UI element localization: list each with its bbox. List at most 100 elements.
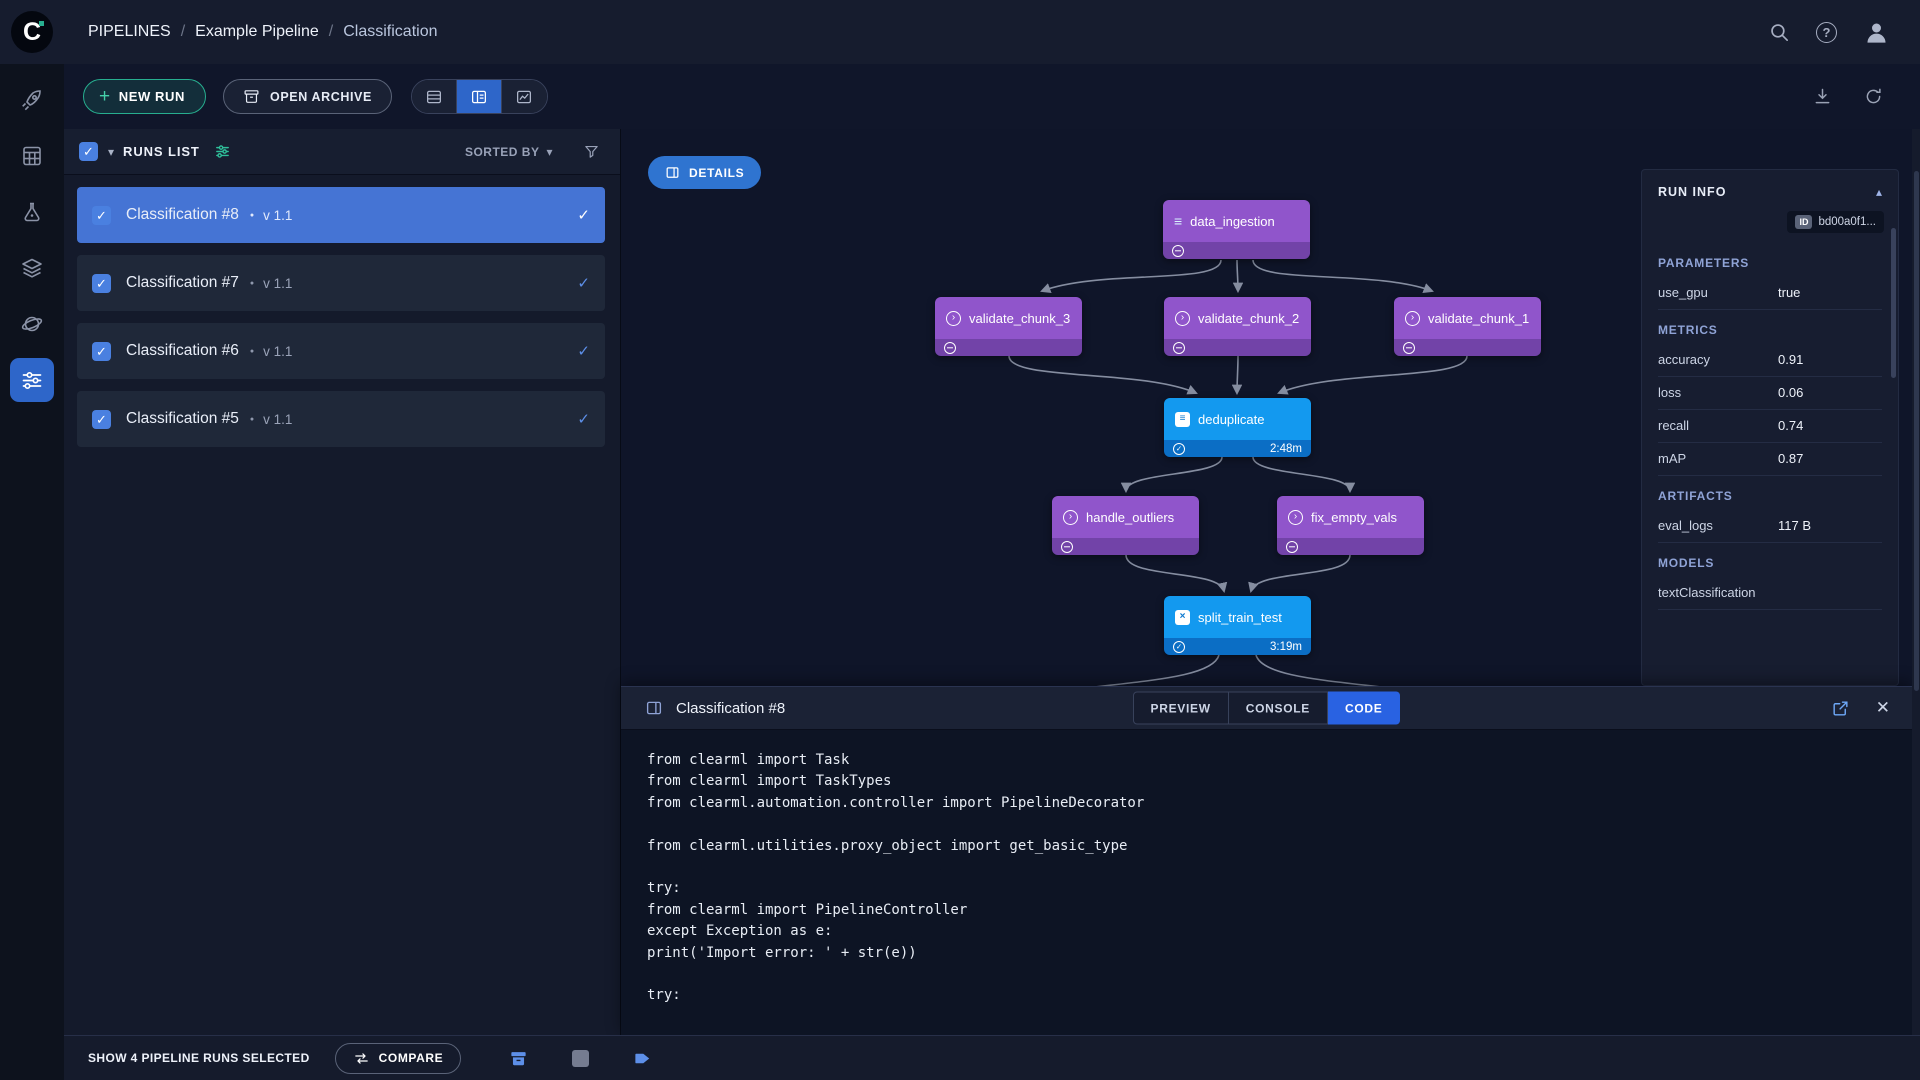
- row-checkbox[interactable]: ✓: [92, 341, 111, 361]
- help-button[interactable]: ?: [1816, 21, 1837, 43]
- node-header: › validate_chunk_3: [935, 297, 1082, 339]
- user-menu-button[interactable]: [1863, 19, 1890, 46]
- node-header: ≡ data_ingestion: [1163, 200, 1310, 242]
- scrollbar-thumb[interactable]: [1913, 171, 1919, 691]
- chevron-circle-icon: ›: [1405, 310, 1420, 326]
- abort-selected-button[interactable]: [572, 1049, 590, 1067]
- bottom-panel-tabs: PREVIEW CONSOLE CODE: [1132, 691, 1401, 725]
- breadcrumb-separator: /: [328, 23, 334, 40]
- run-version: v 1.1: [263, 207, 293, 223]
- run-id-pill[interactable]: ID bd00a0f1...: [1787, 211, 1884, 233]
- node-label: handle_outliers: [1086, 509, 1175, 525]
- close-panel-button[interactable]: ✕: [1876, 698, 1890, 718]
- plus-icon: +: [99, 86, 111, 107]
- run-info-title: RUN INFO: [1658, 185, 1727, 199]
- selection-menu-caret-icon[interactable]: ▾: [108, 145, 114, 159]
- artifacts-section-title: ARTIFACTS: [1658, 489, 1733, 503]
- run-row-classification-8[interactable]: ✓ Classification #8 ● v 1.1 ✓: [77, 187, 605, 243]
- sidebar-item-hyper-datasets[interactable]: [10, 246, 54, 290]
- pipeline-node-handle-outliers[interactable]: › handle_outliers: [1052, 496, 1199, 555]
- archive-selected-button[interactable]: [509, 1049, 528, 1068]
- new-run-button[interactable]: + NEW RUN: [83, 79, 207, 114]
- filter-button[interactable]: [583, 143, 600, 160]
- completed-status-icon: ✓: [1173, 640, 1185, 653]
- breadcrumb-project[interactable]: Example Pipeline: [195, 23, 319, 41]
- pipeline-node-deduplicate[interactable]: ≡ deduplicate ✓ 2:48m: [1164, 398, 1311, 457]
- separator-dot-icon: ●: [249, 279, 255, 287]
- search-button[interactable]: [1769, 22, 1790, 43]
- tab-preview[interactable]: PREVIEW: [1132, 691, 1229, 725]
- metric-value: 0.87: [1778, 451, 1804, 466]
- sidebar-item-applications[interactable]: [10, 302, 54, 346]
- split-view-button[interactable]: [456, 80, 502, 113]
- run-status-check-icon: ✓: [577, 207, 590, 224]
- customize-columns-button[interactable]: [214, 143, 231, 160]
- details-panel-icon: [666, 167, 679, 178]
- tab-preview-label: PREVIEW: [1150, 701, 1211, 715]
- model-row: textClassification: [1658, 577, 1882, 610]
- sidebar-item-pipelines[interactable]: [10, 358, 54, 402]
- pipeline-node-validate-chunk-3[interactable]: › validate_chunk_3: [935, 297, 1082, 356]
- sidebar-item-reports[interactable]: [10, 190, 54, 234]
- chevron-circle-icon: ›: [1063, 509, 1078, 525]
- chart-view-button[interactable]: [501, 80, 547, 113]
- table-view-button[interactable]: [411, 80, 457, 113]
- run-status-check-icon: ✓: [577, 343, 590, 360]
- open-archive-label: OPEN ARCHIVE: [270, 89, 372, 104]
- metric-label: loss: [1658, 385, 1682, 400]
- run-row-classification-6[interactable]: ✓ Classification #6 ● v 1.1 ✓: [77, 323, 605, 379]
- reports-flask-icon: [24, 202, 40, 222]
- logo-container: C: [0, 11, 64, 53]
- pipeline-node-fix-empty-vals[interactable]: › fix_empty_vals: [1277, 496, 1424, 555]
- select-all-checkbox[interactable]: ✓: [79, 142, 98, 161]
- clearml-logo[interactable]: C: [11, 11, 53, 53]
- new-run-label: NEW RUN: [118, 89, 186, 104]
- sidebar-item-datasets[interactable]: [10, 134, 54, 178]
- open-archive-button[interactable]: OPEN ARCHIVE: [223, 79, 392, 114]
- details-label: DETAILS: [689, 165, 745, 180]
- code-content: from clearml import Task from clearml im…: [647, 752, 1145, 1004]
- code-viewer[interactable]: from clearml import Task from clearml im…: [621, 730, 1912, 1035]
- row-checkbox[interactable]: ✓: [92, 273, 111, 293]
- run-name: Classification #7: [126, 274, 239, 291]
- run-row-classification-7[interactable]: ✓ Classification #7 ● v 1.1 ✓: [77, 255, 605, 311]
- vertical-scrollbar[interactable]: [1912, 129, 1920, 1035]
- row-checkbox[interactable]: ✓: [92, 409, 111, 429]
- tab-console[interactable]: CONSOLE: [1228, 691, 1329, 725]
- pipeline-node-validate-chunk-1[interactable]: › validate_chunk_1: [1394, 297, 1541, 356]
- sidebar-item-projects[interactable]: [10, 78, 54, 122]
- parameter-row: use_gpu true: [1658, 277, 1882, 310]
- breadcrumb-pipelines[interactable]: PIPELINES: [88, 23, 171, 41]
- artifact-row: eval_logs 117 B: [1658, 510, 1882, 543]
- selection-summary[interactable]: SHOW 4 PIPELINE RUNS SELECTED: [88, 1051, 310, 1065]
- chart-view-icon: [517, 90, 532, 103]
- run-name: Classification #8: [126, 206, 239, 223]
- run-row-classification-5[interactable]: ✓ Classification #5 ● v 1.1 ✓: [77, 391, 605, 447]
- pipeline-node-split-train-test[interactable]: × split_train_test ✓ 3:19m: [1164, 596, 1311, 655]
- open-in-new-icon: [1833, 700, 1848, 716]
- download-button[interactable]: [1812, 86, 1833, 107]
- chevron-circle-icon: ›: [1288, 509, 1303, 525]
- model-link[interactable]: textClassification: [1658, 585, 1778, 600]
- add-tag-button[interactable]: [633, 1049, 652, 1068]
- footer-action-icons: [509, 1049, 652, 1068]
- run-info-scrollbar[interactable]: [1891, 228, 1896, 378]
- help-icon: ?: [1816, 21, 1837, 43]
- panel-expand-icon[interactable]: [645, 699, 663, 717]
- pipeline-node-validate-chunk-2[interactable]: › validate_chunk_2: [1164, 297, 1311, 356]
- app-root: C PIPELINES / Example Pipeline / Classif…: [0, 0, 1920, 1080]
- metrics-section-title: METRICS: [1658, 323, 1718, 337]
- auto-refresh-button[interactable]: [1863, 86, 1884, 107]
- compare-button[interactable]: COMPARE: [334, 1042, 462, 1074]
- node-runtime: 2:48m: [1270, 442, 1302, 455]
- open-in-window-button[interactable]: [1831, 699, 1850, 718]
- node-runtime: 3:19m: [1270, 640, 1302, 653]
- pipeline-node-data-ingestion[interactable]: ≡ data_ingestion: [1163, 200, 1310, 259]
- node-label: deduplicate: [1198, 411, 1265, 427]
- row-checkbox[interactable]: ✓: [92, 205, 111, 225]
- sorted-by-dropdown[interactable]: SORTED BY ▾: [465, 145, 553, 159]
- collapse-chevron-icon[interactable]: ▴: [1876, 185, 1882, 199]
- task-box-icon: ×: [1175, 609, 1190, 625]
- tab-code[interactable]: CODE: [1328, 691, 1401, 725]
- details-button[interactable]: DETAILS: [648, 156, 762, 189]
